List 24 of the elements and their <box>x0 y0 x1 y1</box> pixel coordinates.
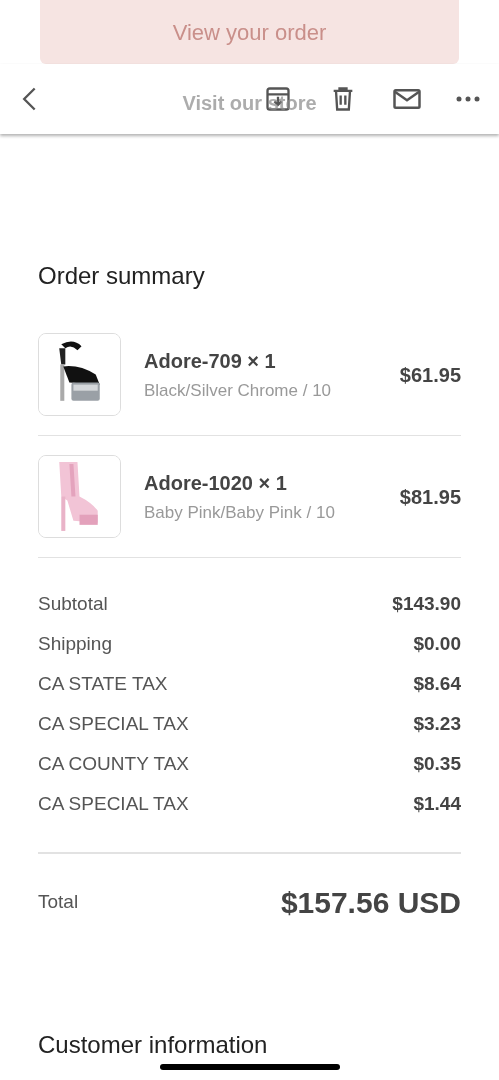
total-value: $157.56 USD <box>280 885 461 921</box>
product-price: $61.95 <box>399 362 461 388</box>
total-label: Total <box>38 890 79 915</box>
cost-label: Subtotal <box>38 591 108 616</box>
cost-label: Shipping <box>38 631 112 656</box>
product-variant: Baby Pink/Baby Pink / 10 <box>144 501 336 524</box>
section-heading: Customer information <box>38 1030 269 1060</box>
cost-value: $0.35 <box>413 751 461 776</box>
cost-value: $143.90 <box>392 591 461 616</box>
cost-value: $3.23 <box>413 711 461 736</box>
cost-label: CA COUNTY TAX <box>38 751 189 776</box>
section-heading: Order summary <box>38 261 206 291</box>
product-price: $81.95 <box>399 484 461 510</box>
cost-value: $8.64 <box>413 671 461 696</box>
cost-label: CA SPECIAL TAX <box>38 711 189 736</box>
cost-label: CA STATE TAX <box>38 671 168 696</box>
cost-value: $1.44 <box>413 791 461 816</box>
more-icon[interactable] <box>456 95 480 103</box>
cost-label: CA SPECIAL TAX <box>38 791 189 816</box>
product-variant: Black/Silver Chrome / 10 <box>144 379 333 402</box>
product-name: Adore-709 × 1 <box>144 348 277 374</box>
product-name: Adore-1020 × 1 <box>144 470 288 496</box>
cost-value: $0.00 <box>413 631 461 656</box>
view-order-button[interactable]: View your order <box>40 0 459 64</box>
